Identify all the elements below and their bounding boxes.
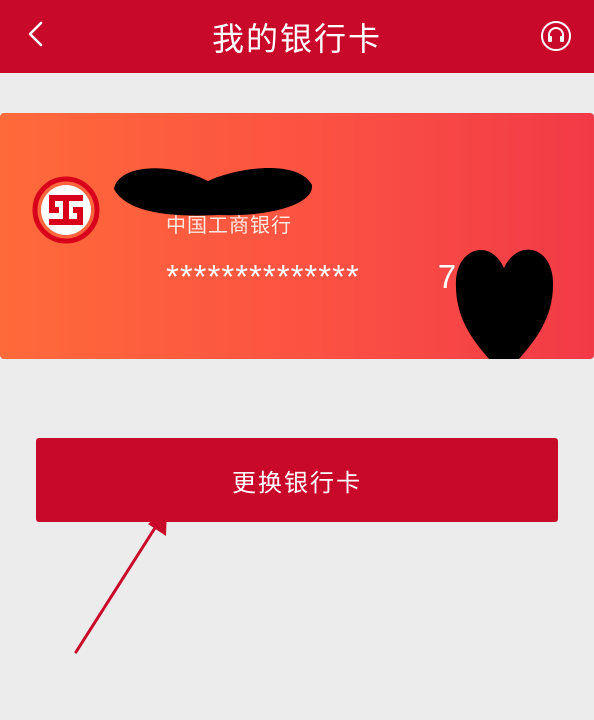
page-title: 我的银行卡 bbox=[211, 19, 382, 58]
top-nav-bar: 我的银行卡 bbox=[0, 0, 594, 73]
customer-service-icon bbox=[541, 21, 571, 51]
card-number: ************** 7 bbox=[166, 258, 457, 296]
chevron-left-icon bbox=[28, 21, 43, 47]
icbc-logo-icon bbox=[32, 176, 100, 244]
bank-card[interactable]: 中国工商银行 ************** 7 bbox=[0, 113, 594, 359]
change-card-button[interactable]: 更换银行卡 bbox=[36, 438, 558, 522]
annotation-arrow bbox=[74, 508, 167, 654]
bank-name: 中国工商银行 bbox=[166, 213, 292, 237]
card-number-masked: ************** bbox=[166, 258, 360, 295]
back-button[interactable] bbox=[14, 12, 58, 56]
redaction-heart bbox=[455, 249, 554, 359]
customer-service-button[interactable] bbox=[534, 14, 578, 58]
